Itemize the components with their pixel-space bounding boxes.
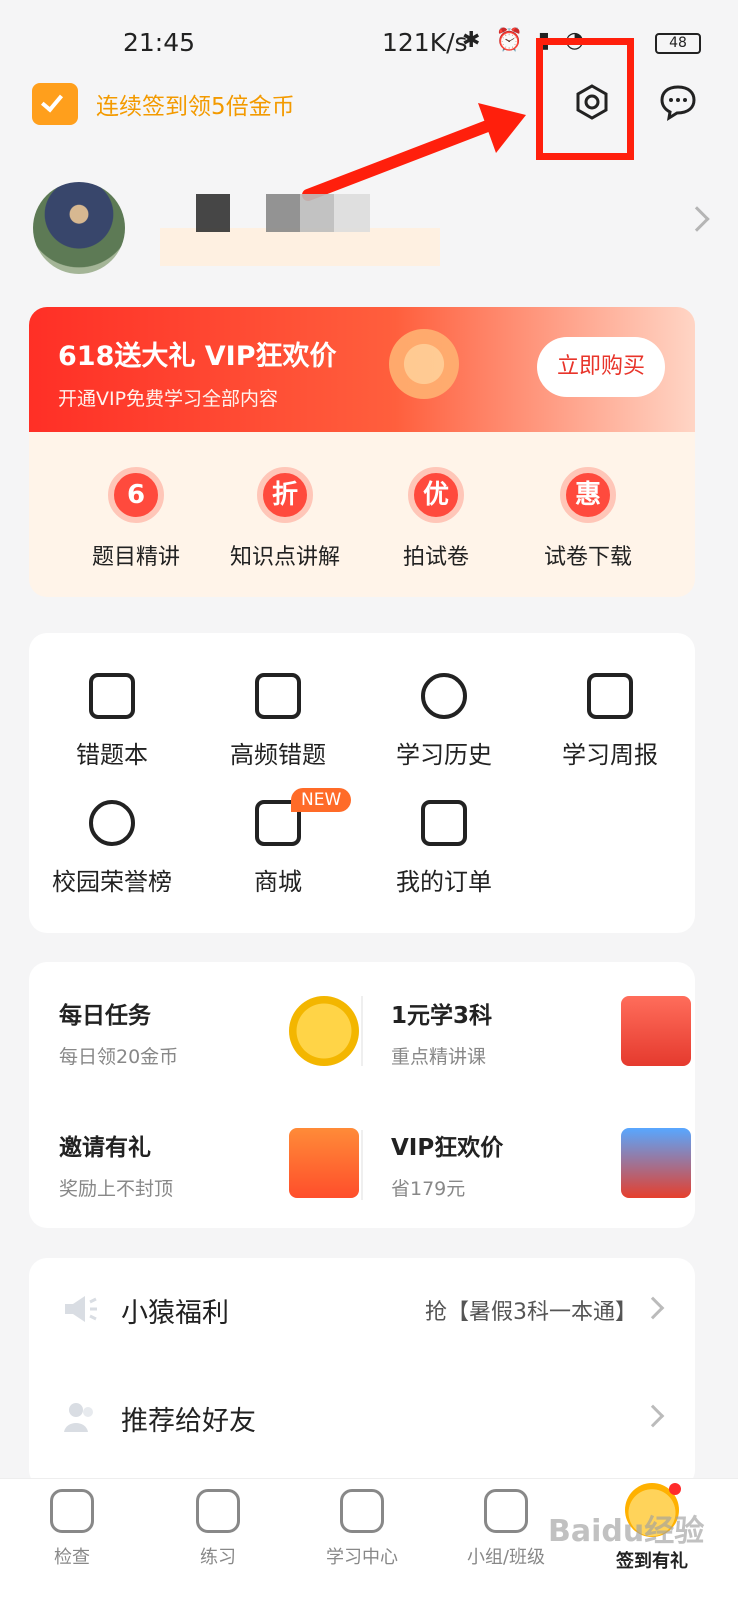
tool-wrong-book[interactable]: 错题本 <box>29 673 195 770</box>
tab-check[interactable]: 检查 <box>12 1489 132 1569</box>
tool-shop[interactable]: NEW 商城 <box>195 788 361 897</box>
list-item-extra: 抢【暑假3科一本通】 <box>425 1300 637 1325</box>
pencil-icon <box>196 1489 240 1533</box>
annotation-highlight-box <box>536 38 634 160</box>
discount-icon: 折 <box>257 467 313 523</box>
chevron-right-icon <box>641 1404 665 1428</box>
trophy-icon <box>89 800 135 846</box>
tool-label: 校园荣誉榜 <box>52 868 172 896</box>
vip-gift-icon <box>621 1128 691 1198</box>
blurred-username <box>266 194 300 232</box>
calendar-check-icon <box>32 83 78 125</box>
checkin-promo[interactable]: 连续签到领5倍金币 <box>32 82 295 126</box>
baidu-watermark: Baidu经验 <box>548 1514 705 1549</box>
tool-frequent-errors[interactable]: 高频错题 <box>195 673 361 770</box>
message-button[interactable] <box>658 82 698 122</box>
vip-feature[interactable]: 优 拍试卷 <box>361 467 511 571</box>
battery-icon: 48 <box>655 33 701 54</box>
activity-vip[interactable]: VIP狂欢价 省179元 <box>391 1128 691 1228</box>
order-icon <box>421 800 467 846</box>
feature-6-icon: 6 <box>108 467 164 523</box>
tab-label: 检查 <box>54 1547 90 1568</box>
network-speed: 121K/s <box>382 28 468 57</box>
tool-weekly-report[interactable]: 学习周报 <box>527 673 693 770</box>
speaker-icon <box>65 1296 97 1322</box>
user-profile[interactable] <box>30 182 710 278</box>
activity-card: 每日任务 每日领20金币 1元学3科 重点精讲课 邀请有礼 奖励上不封顶 VIP… <box>29 962 695 1228</box>
book-icon <box>621 996 691 1066</box>
list-item-label: 推荐给好友 <box>121 1406 256 1437</box>
blurred-username <box>160 228 440 266</box>
frequent-error-icon <box>255 673 301 719</box>
vip-feature[interactable]: 6 题目精讲 <box>61 467 211 571</box>
tool-honor-board[interactable]: 校园荣誉榜 <box>29 800 195 897</box>
vip-subtitle: 开通VIP免费学习全部内容 <box>58 388 279 410</box>
activity-daily-task[interactable]: 每日任务 每日领20金币 <box>59 996 359 1096</box>
tab-label: 练习 <box>200 1547 236 1568</box>
tab-label: 签到有礼 <box>616 1551 688 1572</box>
coin-icon <box>289 996 359 1066</box>
avatar[interactable] <box>33 182 125 274</box>
chevron-right-icon[interactable] <box>684 206 710 232</box>
vip-promo-card[interactable]: 618送大礼 VIP狂欢价 开通VIP免费学习全部内容 立即购买 6 题目精讲 … <box>29 307 695 597</box>
vip-title: 618送大礼 VIP狂欢价 <box>58 341 337 372</box>
vip-feature[interactable]: 折 知识点讲解 <box>210 467 360 571</box>
offer-icon: 惠 <box>560 467 616 523</box>
tool-label: 我的订单 <box>396 868 492 896</box>
list-item-label: 小猿福利 <box>121 1298 229 1329</box>
new-badge: NEW <box>291 788 352 812</box>
feature-label: 拍试卷 <box>402 545 469 570</box>
settings-list: 小猿福利 抢【暑假3科一本通】 推荐给好友 <box>29 1258 695 1488</box>
tool-label: 错题本 <box>76 741 148 769</box>
tool-label: 学习周报 <box>562 741 658 769</box>
chevron-right-icon <box>641 1296 665 1320</box>
premium-icon: 优 <box>408 467 464 523</box>
weekly-report-icon <box>587 673 633 719</box>
feature-label: 知识点讲解 <box>229 545 340 570</box>
buy-now-button[interactable]: 立即购买 <box>537 337 665 397</box>
friends-icon <box>64 1403 93 1432</box>
tool-label: 商城 <box>254 868 302 896</box>
gift-envelope-icon <box>289 1128 359 1198</box>
status-time: 21:45 <box>123 28 196 57</box>
wrong-book-icon <box>89 673 135 719</box>
tab-label: 学习中心 <box>326 1547 398 1568</box>
tool-label: 学习历史 <box>396 741 492 769</box>
tool-learning-history[interactable]: 学习历史 <box>361 673 527 770</box>
tool-my-orders[interactable]: 我的订单 <box>361 800 527 897</box>
clock-icon <box>421 673 467 719</box>
tool-label: 高频错题 <box>230 741 326 769</box>
coin-icon <box>389 329 459 399</box>
blurred-username <box>196 194 230 232</box>
tab-study-center[interactable]: 学习中心 <box>302 1489 422 1569</box>
alarm-icon: ⏰ <box>495 28 527 53</box>
vip-feature[interactable]: 惠 试卷下载 <box>513 467 663 571</box>
list-item-welfare[interactable]: 小猿福利 抢【暑假3科一本通】 <box>29 1258 695 1358</box>
divider <box>361 996 363 1066</box>
divider <box>361 1130 363 1200</box>
feature-label: 试卷下载 <box>543 545 632 570</box>
feature-label: 题目精讲 <box>91 545 180 570</box>
activity-one-yuan[interactable]: 1元学3科 重点精讲课 <box>391 996 691 1096</box>
blurred-username <box>300 194 334 232</box>
tab-practice[interactable]: 练习 <box>158 1489 278 1569</box>
activity-invite[interactable]: 邀请有礼 奖励上不封顶 <box>59 1128 359 1228</box>
bluetooth-icon: ✱ <box>462 28 485 53</box>
tools-grid: 错题本 高频错题 学习历史 学习周报 校园荣誉榜 NEW 商城 我的订单 <box>29 633 695 933</box>
checkin-promo-text: 连续签到领5倍金币 <box>96 94 295 120</box>
list-item-recommend[interactable]: 推荐给好友 <box>29 1366 695 1466</box>
study-center-icon <box>340 1489 384 1533</box>
camera-icon <box>50 1489 94 1533</box>
group-icon <box>484 1489 528 1533</box>
notification-dot <box>669 1483 681 1495</box>
vip-banner: 618送大礼 VIP狂欢价 开通VIP免费学习全部内容 立即购买 <box>29 307 695 432</box>
blurred-username <box>334 194 370 232</box>
message-icon <box>660 85 696 122</box>
